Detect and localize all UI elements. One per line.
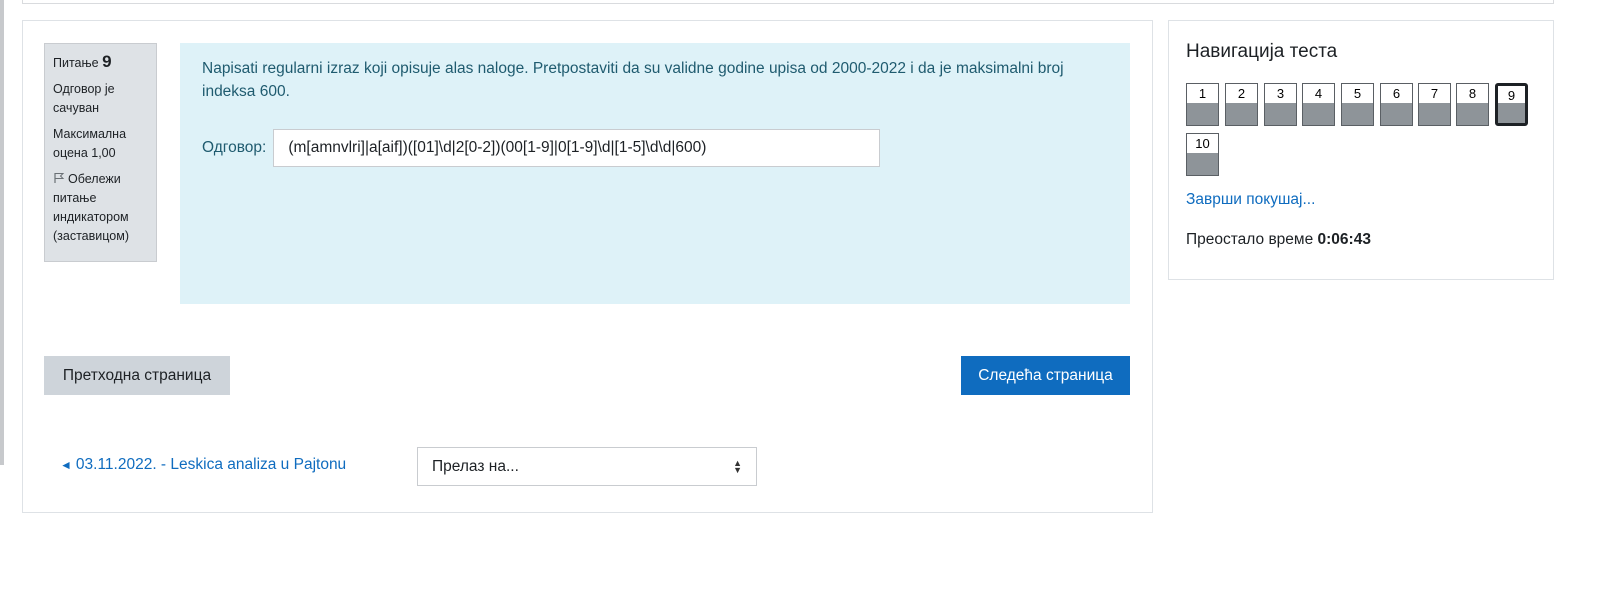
question-button-1[interactable]: 1: [1186, 83, 1219, 126]
answer-row: Одговор:: [202, 129, 881, 167]
question-text: Napisati regularni izraz koji opisuje al…: [202, 60, 1064, 100]
previous-page-button[interactable]: Претходна страница: [44, 356, 230, 395]
question-button-7[interactable]: 7: [1418, 83, 1451, 126]
question-status: Одговор је сачуван: [53, 82, 115, 115]
question-button-10[interactable]: 10: [1186, 133, 1219, 176]
time-remaining: Преостало време 0:06:43: [1186, 231, 1371, 248]
question-info: Питање 9 Одговор је сачуван Максимална о…: [44, 43, 157, 262]
question-button-6[interactable]: 6: [1380, 83, 1413, 126]
next-page-button[interactable]: Следећа страница: [961, 356, 1130, 395]
question-max-grade: Максимална оцена 1,00: [53, 127, 127, 160]
arrow-left-icon: ◄: [60, 458, 72, 472]
question-button-3[interactable]: 3: [1264, 83, 1297, 126]
flag-icon: [53, 171, 65, 183]
question-button-8[interactable]: 8: [1456, 83, 1489, 126]
flag-question-link[interactable]: Обележи питање индикатором (заставицом): [53, 170, 148, 246]
quiz-navigation-title: Навигација теста: [1186, 41, 1338, 62]
question-button-5[interactable]: 5: [1341, 83, 1374, 126]
question-button-4[interactable]: 4: [1302, 83, 1335, 126]
previous-activity-link[interactable]: ◄ 03.11.2022. - Leskica analiza u Pajtonu: [60, 456, 346, 474]
quiz-navigation-panel: Навигација теста 1 2 3 4 5 6 7 8 9 10 За…: [1168, 20, 1554, 280]
jump-to-select[interactable]: Прелаз на... ▲ ▼: [417, 447, 757, 486]
time-remaining-value: 0:06:43: [1317, 231, 1371, 248]
select-caret-icon: ▲ ▼: [733, 457, 742, 475]
question-button-2[interactable]: 2: [1225, 83, 1258, 126]
top-container-edge: [22, 0, 1554, 4]
finish-attempt-link[interactable]: Заврши покушај...: [1186, 191, 1315, 209]
left-edge-scrollbar: [0, 0, 4, 465]
question-button-9-current[interactable]: 9: [1495, 83, 1528, 126]
answer-input[interactable]: [273, 129, 881, 167]
question-number: Питање 9: [53, 52, 112, 71]
jump-to-select-value: Прелаз на...: [432, 457, 519, 475]
question-content: Napisati regularni izraz koji opisuje al…: [180, 43, 1130, 304]
answer-label: Одговор:: [202, 139, 267, 156]
